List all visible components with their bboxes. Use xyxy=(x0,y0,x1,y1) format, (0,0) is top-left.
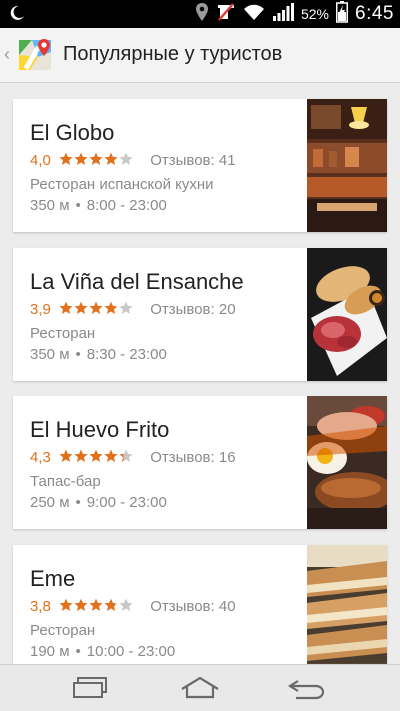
place-photo[interactable] xyxy=(307,545,387,665)
separator-dot: • xyxy=(75,643,81,660)
reviews-count: Отзывов: 41 xyxy=(150,152,236,169)
rating-stars xyxy=(59,301,134,319)
place-name: Eme xyxy=(30,566,76,591)
place-name: El Huevo Frito xyxy=(30,417,170,442)
up-caret-icon[interactable]: ‹ xyxy=(4,44,10,65)
recent-apps-icon[interactable] xyxy=(70,675,114,701)
location-icon xyxy=(195,2,209,27)
back-icon[interactable] xyxy=(286,675,330,701)
place-hours: 8:00 - 23:00 xyxy=(86,197,167,214)
place-distance: 190 м xyxy=(30,643,70,660)
place-card[interactable]: El Globo 4,0 Отзывов: 41 Ресторан испанс… xyxy=(13,99,387,232)
place-photo[interactable] xyxy=(307,99,387,232)
star-icon xyxy=(89,449,103,462)
place-category: Ресторан xyxy=(30,325,96,342)
muted-icon xyxy=(216,2,236,27)
rating-stars xyxy=(59,449,134,467)
status-time: 6:45 xyxy=(355,3,394,24)
place-distance: 250 м xyxy=(30,494,70,511)
rating-value: 3,8 xyxy=(30,598,51,615)
star-icon xyxy=(74,449,88,462)
star-icon xyxy=(119,449,133,462)
star-icon xyxy=(104,598,118,611)
reviews-count: Отзывов: 20 xyxy=(150,301,236,318)
place-category: Тапас-бар xyxy=(30,473,101,490)
signal-icon xyxy=(272,2,294,27)
place-card[interactable]: Eme 3,8 Отзывов: 40 Ресторан 190 м • 10:00… xyxy=(13,545,387,665)
star-icon xyxy=(89,598,103,611)
status-bar: 52% 6:45 xyxy=(0,0,400,28)
separator-dot: • xyxy=(75,197,81,214)
star-icon xyxy=(89,152,103,165)
rating-value: 4,0 xyxy=(30,152,51,169)
place-name: El Globo xyxy=(30,120,115,145)
place-category: Ресторан xyxy=(30,622,96,639)
place-photo[interactable] xyxy=(307,248,387,381)
star-icon xyxy=(59,152,73,165)
place-card[interactable]: El Huevo Frito 4,3 Отзывов: 16 Тапас-бар… xyxy=(13,396,387,529)
place-hours: 9:00 - 23:00 xyxy=(86,494,167,511)
place-photo[interactable] xyxy=(307,396,387,529)
battery-icon xyxy=(336,0,349,28)
moon-icon xyxy=(8,4,26,27)
places-list[interactable]: El Globo 4,0 Отзывов: 41 Ресторан испанс… xyxy=(0,82,400,665)
star-icon xyxy=(59,598,73,611)
action-bar: ‹ Популярные у туристов xyxy=(0,28,400,83)
rating-value: 3,9 xyxy=(30,301,51,318)
reviews-count: Отзывов: 40 xyxy=(150,598,236,615)
star-icon xyxy=(74,152,88,165)
star-icon xyxy=(119,152,133,165)
rating-value: 4,3 xyxy=(30,449,51,466)
place-card[interactable]: La Viña del Ensanche 3,9 Отзывов: 20 Рес… xyxy=(13,248,387,381)
star-icon xyxy=(104,301,118,314)
separator-dot: • xyxy=(75,494,81,511)
battery-percent: 52% xyxy=(300,6,330,22)
navigation-bar xyxy=(0,664,400,711)
star-icon xyxy=(89,301,103,314)
separator-dot: • xyxy=(75,346,81,363)
rating-stars xyxy=(59,152,134,170)
star-icon xyxy=(74,598,88,611)
star-icon xyxy=(119,598,133,611)
place-category: Ресторан испанской кухни xyxy=(30,176,214,193)
wifi-icon xyxy=(243,3,265,26)
star-icon xyxy=(74,301,88,314)
place-hours: 8:30 - 23:00 xyxy=(86,346,167,363)
place-distance: 350 м xyxy=(30,346,70,363)
star-icon xyxy=(59,449,73,462)
place-distance: 350 м xyxy=(30,197,70,214)
rating-stars xyxy=(59,598,134,616)
reviews-count: Отзывов: 16 xyxy=(150,449,236,466)
place-name: La Viña del Ensanche xyxy=(30,269,244,294)
star-icon xyxy=(59,301,73,314)
place-hours: 10:00 - 23:00 xyxy=(86,643,176,660)
page-title: Популярные у туристов xyxy=(63,43,283,65)
star-icon xyxy=(104,152,118,165)
star-icon xyxy=(104,449,118,462)
maps-icon[interactable] xyxy=(18,37,54,73)
star-icon xyxy=(119,301,133,314)
home-icon[interactable] xyxy=(178,675,222,701)
